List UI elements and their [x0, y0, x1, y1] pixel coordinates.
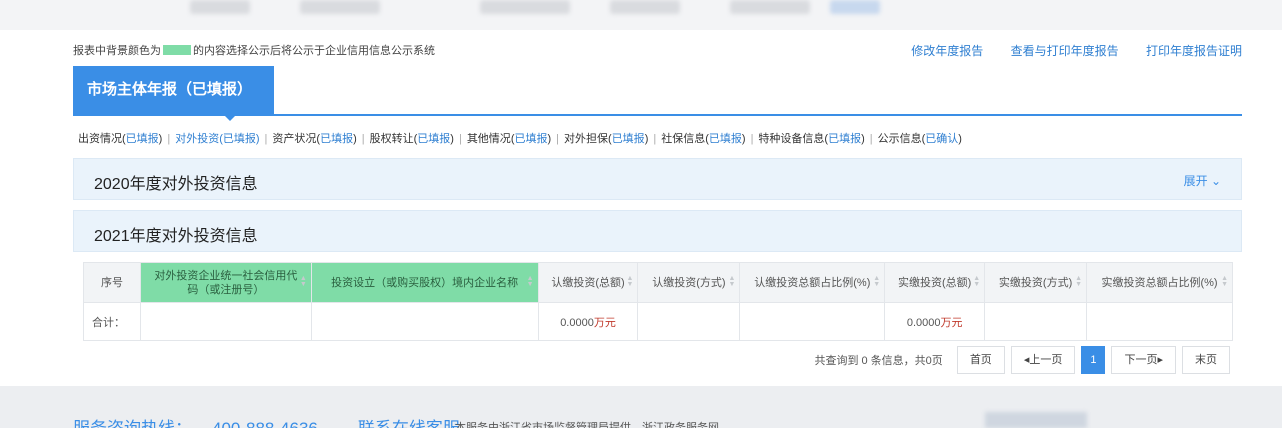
subtab-guarantee[interactable]: 对外担保(已填报): [559, 128, 653, 148]
expand-button[interactable]: 展开 ⌄: [1184, 172, 1221, 189]
view-print-report-link[interactable]: 查看与打印年度报告: [1011, 44, 1119, 58]
blurred-nav-item: [730, 0, 810, 14]
current-page-button[interactable]: 1: [1081, 346, 1106, 374]
subtab-special-equipment[interactable]: 特种设备信息(已填报): [753, 128, 869, 148]
col-enterprise-name[interactable]: 投资设立（或购买股权）境内企业名称 ▲ ▼: [310, 262, 539, 303]
footer: 服务咨询热线：400-888-4636联系在线客服 本服务由浙江省市场监督管理局…: [0, 386, 1282, 428]
panel-2021-investment[interactable]: 2021年度对外投资信息: [73, 210, 1242, 252]
sort-icon: ▲ ▼: [873, 275, 881, 288]
col-subscribed-method[interactable]: 认缴投资(方式) ▲ ▼: [637, 262, 741, 303]
col-paid-ratio[interactable]: 实缴投资总额占比例(%) ▲ ▼: [1086, 262, 1233, 303]
first-page-button[interactable]: 首页: [956, 346, 1005, 374]
subtab-assets[interactable]: 资产状况(已填报): [267, 128, 361, 148]
chevron-right-icon: ▸: [1157, 354, 1163, 366]
col-subscribed-amount[interactable]: 认缴投资(总额) ▲ ▼: [537, 262, 639, 303]
subtab-capital[interactable]: 出资情况(已填报): [73, 128, 167, 148]
report-page: 报表中背景颜色为 的内容选择公示后将公示于企业信用信息公示系统 修改年度报告 查看…: [0, 30, 1282, 386]
report-actions: 修改年度报告 查看与打印年度报告 打印年度报告证明: [887, 42, 1242, 59]
sort-icon: ▲ ▼: [1075, 275, 1083, 288]
sort-icon: ▲ ▼: [973, 275, 981, 288]
sort-icon: ▲ ▼: [728, 275, 736, 288]
sort-icon: ▲ ▼: [626, 275, 634, 288]
sort-icon: ▲ ▼: [526, 275, 534, 288]
print-certificate-link[interactable]: 打印年度报告证明: [1146, 44, 1242, 58]
blurred-nav-item: [480, 0, 570, 14]
subscribed-total: 0.0000万元: [537, 302, 639, 341]
sub-tabs: 出资情况(已填报) | 对外投资(已填报) | 资产状况(已填报) | 股权转让(已填报) |…: [73, 128, 967, 148]
col-subscribed-ratio[interactable]: 认缴投资总额占比例(%) ▲ ▼: [739, 262, 886, 303]
sort-icon: ▲ ▼: [1221, 275, 1228, 288]
last-page-button[interactable]: 末页: [1182, 346, 1230, 374]
table-header-row: 序号 对外投资企业统一社会信用代码（或注册号） ▲ ▼ 投资设立（或购买股权）境内企…: [83, 262, 1233, 303]
footer-note: 本服务由浙江省市场监督管理局提供，浙江政务服务网: [455, 422, 719, 428]
blurred-nav-item: [830, 0, 880, 14]
blurred-nav-item: [190, 0, 250, 14]
subtab-equity-transfer[interactable]: 股权转让(已填报): [365, 128, 459, 148]
col-paid-amount[interactable]: 实缴投资(总额) ▲ ▼: [884, 262, 986, 303]
subtab-other[interactable]: 其他情况(已填报): [462, 128, 556, 148]
table-total-row: 合计： 0.0000万元 0.0000万元: [83, 302, 1233, 341]
modify-report-link[interactable]: 修改年度报告: [911, 44, 983, 58]
top-bar: [0, 0, 1282, 30]
col-paid-method[interactable]: 实缴投资(方式) ▲ ▼: [984, 262, 1088, 303]
service-hotline: 服务咨询热线：400-888-4636联系在线客服: [73, 414, 480, 428]
subtab-public-info[interactable]: 公示信息(已确认): [873, 128, 967, 148]
blurred-image: [985, 412, 1087, 428]
total-label: 合计：: [83, 302, 141, 341]
subtab-investment[interactable]: 对外投资(已填报): [170, 128, 264, 148]
sort-icon: ▲ ▼: [299, 275, 307, 288]
panel-title: 2021年度对外投资信息: [94, 228, 258, 245]
panel-title: 2020年度对外投资信息: [94, 176, 258, 193]
panel-2020-investment[interactable]: 2020年度对外投资信息 展开 ⌄: [73, 158, 1242, 200]
next-page-button[interactable]: 下一页▸: [1111, 346, 1176, 374]
investment-table: 序号 对外投资企业统一社会信用代码（或注册号） ▲ ▼ 投资设立（或购买股权）境内企…: [83, 262, 1233, 341]
col-credit-code[interactable]: 对外投资企业统一社会信用代码（或注册号） ▲ ▼: [139, 262, 312, 303]
pagination-info: 共查询到 0 条信息，共0页: [814, 355, 943, 367]
green-swatch: [163, 45, 191, 55]
blurred-nav-item: [300, 0, 380, 14]
pagination: 共查询到 0 条信息，共0页 首页 ◂上一页 1 下一页▸ 末页: [814, 346, 1230, 374]
color-notice: 报表中背景颜色为 的内容选择公示后将公示于企业信用信息公示系统: [73, 45, 435, 57]
online-service-link[interactable]: 联系在线客服: [358, 419, 460, 428]
subtab-social-security[interactable]: 社保信息(已填报): [656, 128, 750, 148]
col-index: 序号: [83, 262, 141, 303]
paid-total: 0.0000万元: [884, 302, 986, 341]
tab-annual-report[interactable]: 市场主体年报（已填报）: [73, 66, 274, 121]
chevron-down-icon: ⌄: [1210, 174, 1221, 188]
prev-page-button[interactable]: ◂上一页: [1010, 346, 1076, 374]
tab-underline: [73, 114, 1242, 116]
blurred-nav-item: [610, 0, 680, 14]
